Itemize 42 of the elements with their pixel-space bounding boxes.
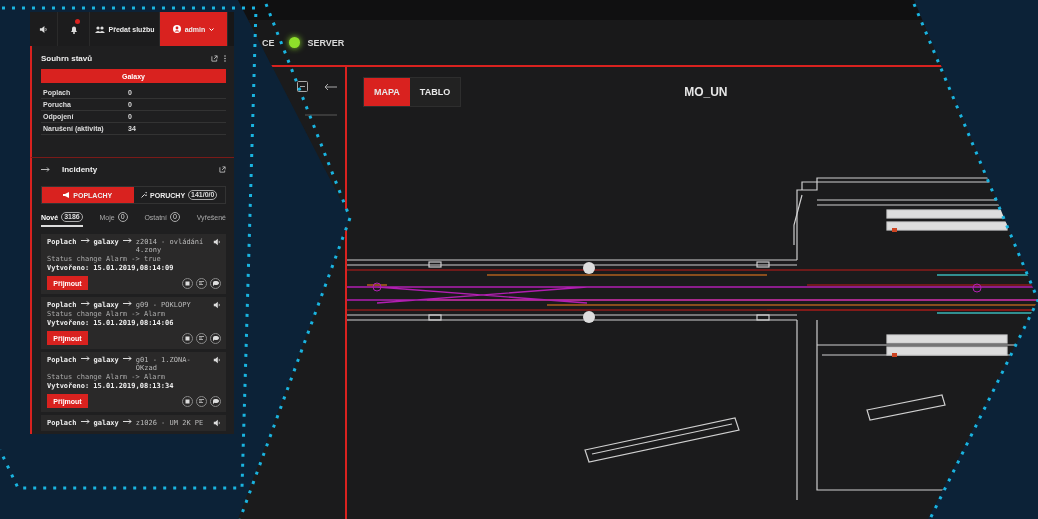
speaker-icon	[213, 419, 221, 427]
arrow-icon	[80, 419, 90, 424]
speech-bubble-icon	[212, 335, 219, 341]
list-icon	[199, 281, 204, 285]
speaker-icon	[213, 301, 221, 309]
section-title: Souhrn stavů	[41, 54, 93, 63]
arrow-icon	[122, 238, 132, 243]
map-icon	[185, 398, 190, 404]
arrow-icon	[122, 301, 132, 306]
wrench-icon	[141, 192, 148, 198]
section-title: Incidenty	[62, 165, 98, 174]
map-icon	[185, 280, 190, 286]
view-tab[interactable]: MAPA	[364, 78, 410, 106]
speaker-icon	[39, 24, 48, 34]
caret-icon	[209, 27, 215, 31]
external-link-icon[interactable]	[211, 55, 218, 62]
arrow-icon	[80, 238, 90, 243]
list-icon	[199, 336, 204, 340]
speech-bubble-icon	[212, 398, 219, 404]
status-label: SERVER	[307, 37, 345, 48]
speaker-icon	[213, 238, 221, 246]
back-arrow-icon[interactable]	[324, 82, 337, 91]
users-icon	[94, 25, 105, 33]
arrow-icon	[122, 419, 132, 424]
arrow-icon	[80, 301, 90, 306]
speech-bubble-icon	[212, 280, 219, 286]
arrow-icon	[41, 167, 50, 172]
sound-button[interactable]	[30, 12, 58, 46]
arrow-icon	[122, 356, 132, 361]
list-icon	[199, 399, 204, 403]
view-tab[interactable]: TABLO	[409, 78, 461, 106]
map-title: MO_UN	[684, 85, 728, 99]
megaphone-icon	[63, 192, 71, 198]
bell-icon	[69, 24, 78, 34]
arrow-icon	[80, 356, 90, 361]
external-link-icon[interactable]	[219, 166, 226, 173]
collapse-icon[interactable]	[297, 81, 308, 92]
speaker-icon	[213, 356, 221, 364]
user-icon	[172, 25, 181, 33]
map-icon	[185, 335, 190, 341]
header-label: CE	[262, 37, 275, 48]
notifications-button[interactable]	[58, 12, 90, 46]
